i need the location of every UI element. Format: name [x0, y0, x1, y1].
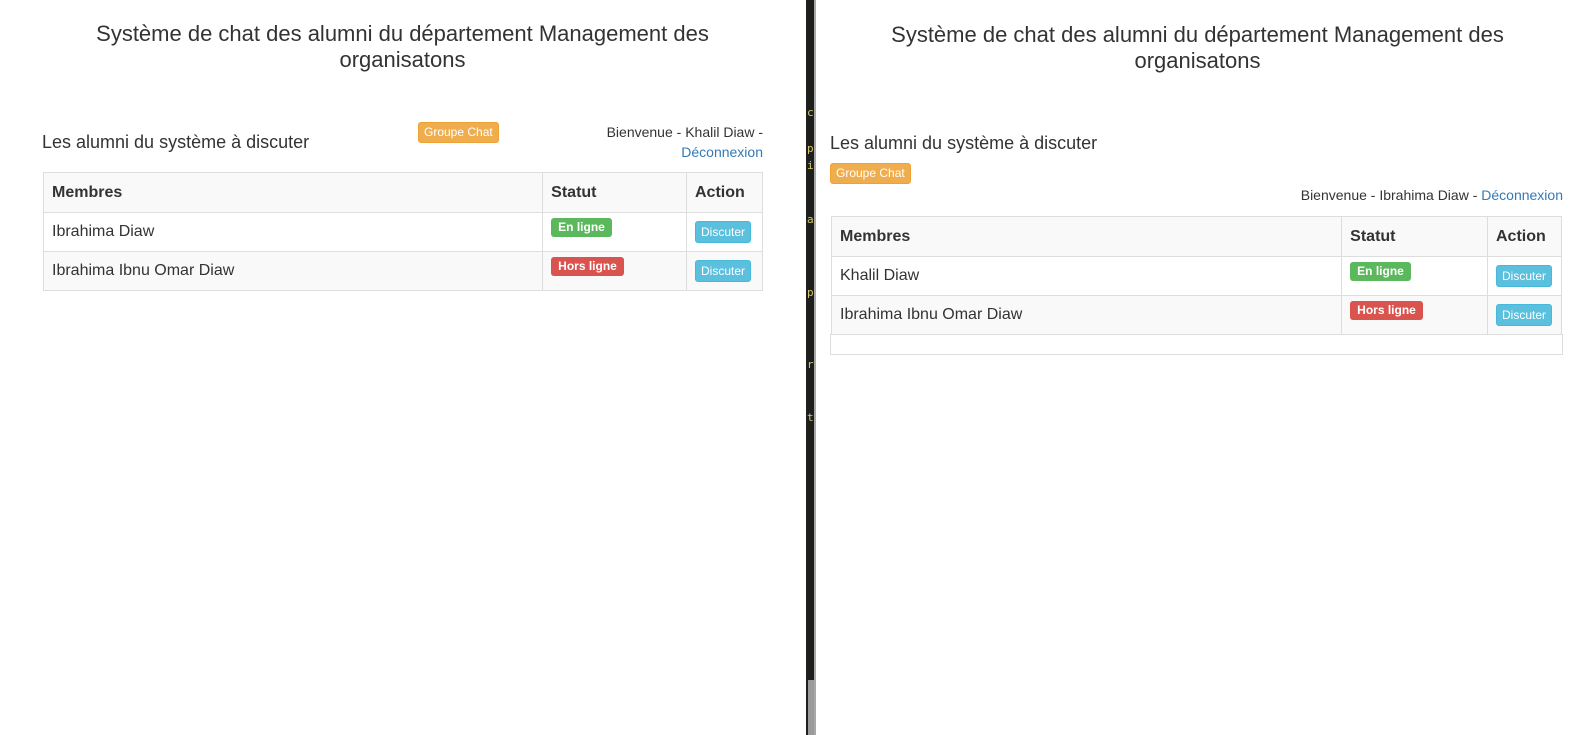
status-badge-online: En ligne: [551, 218, 612, 237]
background-code-glyph: p: [807, 286, 814, 299]
member-name: Ibrahima Diaw: [42, 212, 544, 252]
action-cell: Discuter: [1487, 295, 1562, 335]
status-cell: En ligne: [542, 212, 687, 252]
column-header-status: Statut: [542, 172, 687, 213]
discuss-button[interactable]: Discuter: [695, 260, 752, 282]
status-badge-offline: Hors ligne: [551, 257, 624, 276]
page-title: Système de chat des alumni du départemen…: [891, 22, 1504, 73]
welcome-block: Bienvenue - Ibrahima Diaw - Déconnexion: [1243, 185, 1563, 205]
members-table: Membres Statut Action Ibrahima Diaw En l…: [42, 172, 763, 291]
welcome-text: Bienvenue - Ibrahima Diaw -: [1300, 187, 1478, 203]
background-code-glyph: i: [807, 159, 814, 172]
discuss-button[interactable]: Discuter: [695, 221, 752, 243]
column-header-members: Membres: [830, 216, 1343, 257]
table-row: Ibrahima Ibnu Omar Diaw Hors ligne Discu…: [830, 295, 1562, 335]
background-code-glyph: r: [807, 358, 814, 371]
column-header-action: Action: [686, 172, 763, 213]
background-code-glyph: c: [807, 106, 814, 119]
status-cell: Hors ligne: [542, 251, 687, 291]
status-cell: Hors ligne: [1341, 295, 1488, 335]
background-code-glyph: p: [807, 142, 814, 155]
member-name: Ibrahima Ibnu Omar Diaw: [830, 295, 1343, 335]
table-row: Ibrahima Ibnu Omar Diaw Hors ligne Discu…: [42, 251, 763, 291]
status-cell: En ligne: [1341, 256, 1488, 296]
action-cell: Discuter: [686, 251, 763, 291]
background-code-glyph: t: [807, 411, 814, 424]
logout-link[interactable]: Déconnexion: [1481, 187, 1563, 203]
window-divider: c p i a p r t: [806, 0, 816, 735]
table-empty-row: [830, 334, 1563, 355]
discuss-button[interactable]: Discuter: [1496, 304, 1553, 326]
column-header-status: Statut: [1341, 216, 1488, 257]
table-row: Ibrahima Diaw En ligne Discuter: [42, 212, 763, 252]
action-cell: Discuter: [686, 212, 763, 252]
welcome-text: Bienvenue - Khalil Diaw -: [606, 124, 763, 140]
members-subheading: Les alumni du système à discuter: [830, 133, 1098, 153]
left-browser-window: Système de chat des alumni du départemen…: [0, 0, 806, 735]
member-name: Ibrahima Ibnu Omar Diaw: [42, 251, 544, 291]
member-name: Khalil Diaw: [830, 256, 1343, 296]
status-badge-offline: Hors ligne: [1350, 301, 1423, 320]
members-subheading: Les alumni du système à discuter: [42, 132, 310, 152]
column-header-members: Membres: [42, 172, 544, 213]
table-row: Khalil Diaw En ligne Discuter: [830, 256, 1562, 296]
table-header-row: Membres Statut Action: [830, 216, 1562, 257]
background-code-glyph: a: [807, 213, 814, 226]
logout-link[interactable]: Déconnexion: [681, 144, 763, 160]
action-cell: Discuter: [1487, 256, 1562, 296]
column-header-action: Action: [1487, 216, 1562, 257]
page-title: Système de chat des alumni du départemen…: [96, 21, 709, 72]
members-table: Membres Statut Action Khalil Diaw En lig…: [830, 216, 1562, 335]
status-badge-online: En ligne: [1350, 262, 1411, 281]
right-browser-window: Système de chat des alumni du départemen…: [816, 0, 1569, 735]
welcome-block: Bienvenue - Khalil Diaw - Déconnexion: [523, 122, 763, 162]
discuss-button[interactable]: Discuter: [1496, 265, 1553, 287]
group-chat-button[interactable]: Groupe Chat: [418, 122, 499, 143]
group-chat-button[interactable]: Groupe Chat: [830, 163, 911, 184]
table-header-row: Membres Statut Action: [42, 172, 763, 213]
